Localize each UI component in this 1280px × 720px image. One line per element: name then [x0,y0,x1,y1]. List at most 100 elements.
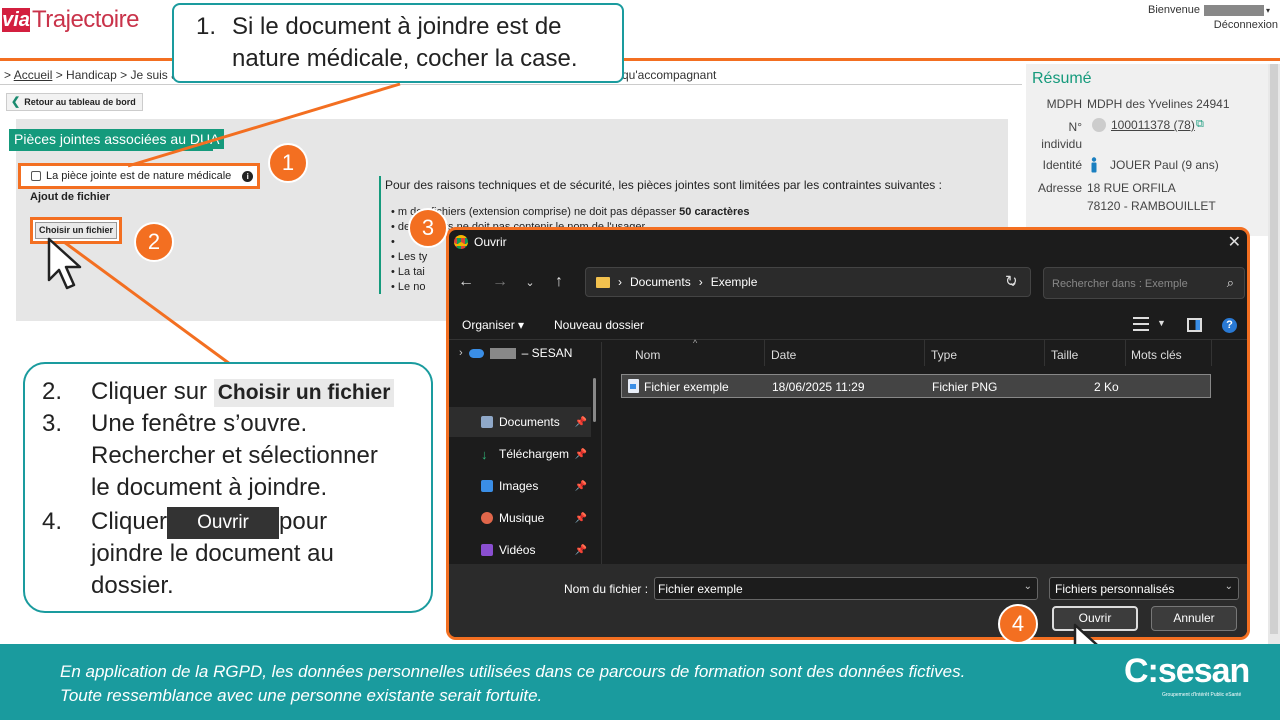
refresh-icon[interactable]: ↻ [1005,272,1018,290]
open-chip: Ouvrir [167,506,280,539]
preview-pane-icon[interactable] [1187,318,1202,332]
step-text: Rechercher et sélectionner [91,442,378,469]
sidebar-item-downloads[interactable]: ↓ Téléchargem 📌 [449,439,591,469]
filename-field[interactable]: Fichier exemple ⌄ [654,577,1038,600]
expand-chevron-icon[interactable]: › [459,347,463,359]
summary-label: Identité [1042,158,1082,172]
column-separator[interactable] [1044,340,1045,366]
constraints-intro: Pour des raisons techniques et de sécuri… [385,178,942,192]
column-separator[interactable] [1211,340,1212,366]
path-segment[interactable]: Exemple [711,275,758,289]
view-options-icon[interactable] [1133,317,1149,331]
onedrive-cloud-icon [468,348,484,358]
sidebar-scrollbar[interactable] [593,378,596,422]
back-arrow-icon[interactable]: ← [449,273,483,291]
chevron-down-icon[interactable]: ⌄ [1024,581,1032,592]
step-number: 2. [42,378,63,405]
png-file-icon [628,379,639,393]
column-header-type[interactable]: Type [931,348,957,362]
file-type: Fichier PNG [932,380,998,394]
address-bar[interactable]: › Documents › Exemple ⌄ [585,267,1031,297]
step-number: 3. [42,410,63,437]
music-icon [481,512,493,524]
constraints-text: Pour des raisons techniques et de sécuri… [385,178,945,293]
viatrajectoire-logo[interactable]: via Trajectoire [2,4,170,34]
new-folder-button[interactable]: Nouveau dossier [554,318,644,332]
pin-icon: 📌 [574,480,587,492]
forward-arrow-icon[interactable]: → [483,273,517,291]
gdpr-notice: En application de la RGPD, les données p… [60,660,965,708]
gdpr-line-1: En application de la RGPD, les données p… [60,662,966,681]
page-scrollbar[interactable] [1268,64,1280,644]
step-text: Une fenêtre s’ouvre. [91,410,308,437]
organise-menu[interactable]: Organiser ▾ [462,318,524,332]
pin-icon: 📌 [574,416,587,428]
gdpr-line-2: Toute ressemblance avec une personne exi… [60,686,543,705]
search-icon: ⌕ [1226,275,1234,290]
recent-locations-chevron-icon[interactable]: ⌄ [517,276,543,289]
path-segment[interactable]: Documents [630,275,691,289]
path-separator: › [698,275,703,289]
logout-link[interactable]: Déconnexion [1214,19,1278,31]
cancel-button[interactable]: Annuler [1151,606,1237,631]
search-field[interactable]: Rechercher dans : Exemple ⌕ [1043,267,1245,299]
step-number: 1. [196,13,217,40]
step-text: Cliquer sur Choisir un fichier [91,376,395,408]
summary-value: 78120 - RAMBOUILLET [1087,199,1216,213]
sidebar-item-documents[interactable]: Documents 📌 [449,407,591,437]
step4-text-a: Cliquer [91,508,168,535]
individual-number-link[interactable]: 100011378 (78) [1111,118,1195,132]
file-type-select[interactable]: Fichiers personnalisés ⌄ [1049,577,1239,600]
scrollbar-thumb[interactable] [1270,64,1278,634]
mouse-cursor-icon [47,237,82,290]
breadcrumb-home-link[interactable]: Accueil [14,68,53,82]
sesan-subtitle: Groupement d'Intérêt Public eSanté [1162,692,1242,698]
chevron-down-icon[interactable]: ⌄ [1225,581,1233,592]
folder-icon [596,276,610,288]
chevron-left-icon: ❮ [11,96,21,108]
search-placeholder: Rechercher dans : Exemple [1052,278,1188,290]
close-icon[interactable]: ✕ [1228,232,1241,252]
summary-label: MDPH [1046,97,1082,111]
sidebar-item-music[interactable]: Musique 📌 [449,503,591,533]
column-header-name[interactable]: Nom [635,348,660,362]
column-separator[interactable] [764,340,765,366]
copy-icon[interactable]: ⧉ [1196,118,1204,131]
sesan-wordmark: C:sesan [1124,652,1250,690]
user-menu-caret-icon[interactable]: ▾ [1266,6,1270,15]
summary-value: JOUER Paul (9 ans) [1110,158,1219,172]
column-header-size[interactable]: Taille [1051,348,1078,362]
logo-name: Trajectoire [32,6,139,33]
sidebar-item-videos[interactable]: Vidéos 📌 [449,535,591,565]
info-icon[interactable]: i [242,170,254,182]
file-row[interactable]: Fichier exemple 18/06/2025 11:29 Fichier… [621,374,1211,398]
column-header-date[interactable]: Date [771,348,796,362]
step-text: dossier. [91,572,174,599]
filename-value: Fichier exemple [658,582,743,596]
individual-avatar-icon [1092,118,1106,132]
sidebar-item-label: Images [499,479,539,493]
images-icon [481,480,493,492]
step-text: Cliquer Ouvrir pour [91,506,327,539]
column-header-keywords[interactable]: Mots clés [1131,348,1182,362]
step-badge-3: 3 [408,208,448,248]
sidebar-item-label: Musique [499,511,545,525]
help-icon[interactable]: ? [1222,318,1237,333]
step-badge-2: 2 [134,222,174,262]
medical-checkbox[interactable] [31,171,41,181]
dialog-titlebar: Ouvrir [454,235,507,249]
up-arrow-icon[interactable]: ↑ [543,273,575,291]
view-dropdown-icon[interactable]: ▼ [1157,318,1166,328]
videos-icon [481,544,493,556]
summary-value: 18 RUE ORFILA [1087,181,1176,195]
sort-caret-icon: ^ [693,338,698,348]
column-separator[interactable] [1125,340,1126,366]
callout-step-1: 1. Si le document à joindre est de natur… [172,3,624,83]
onedrive-item[interactable]: › – SESAN [459,346,572,360]
constraint-bullet: • Les ty [391,251,428,263]
masked-username [1204,4,1264,16]
column-separator[interactable] [924,340,925,366]
filename-label: Nom du fichier : [564,582,649,596]
constraint-bullet: • Le no [391,281,426,293]
sidebar-item-images[interactable]: Images 📌 [449,471,591,501]
